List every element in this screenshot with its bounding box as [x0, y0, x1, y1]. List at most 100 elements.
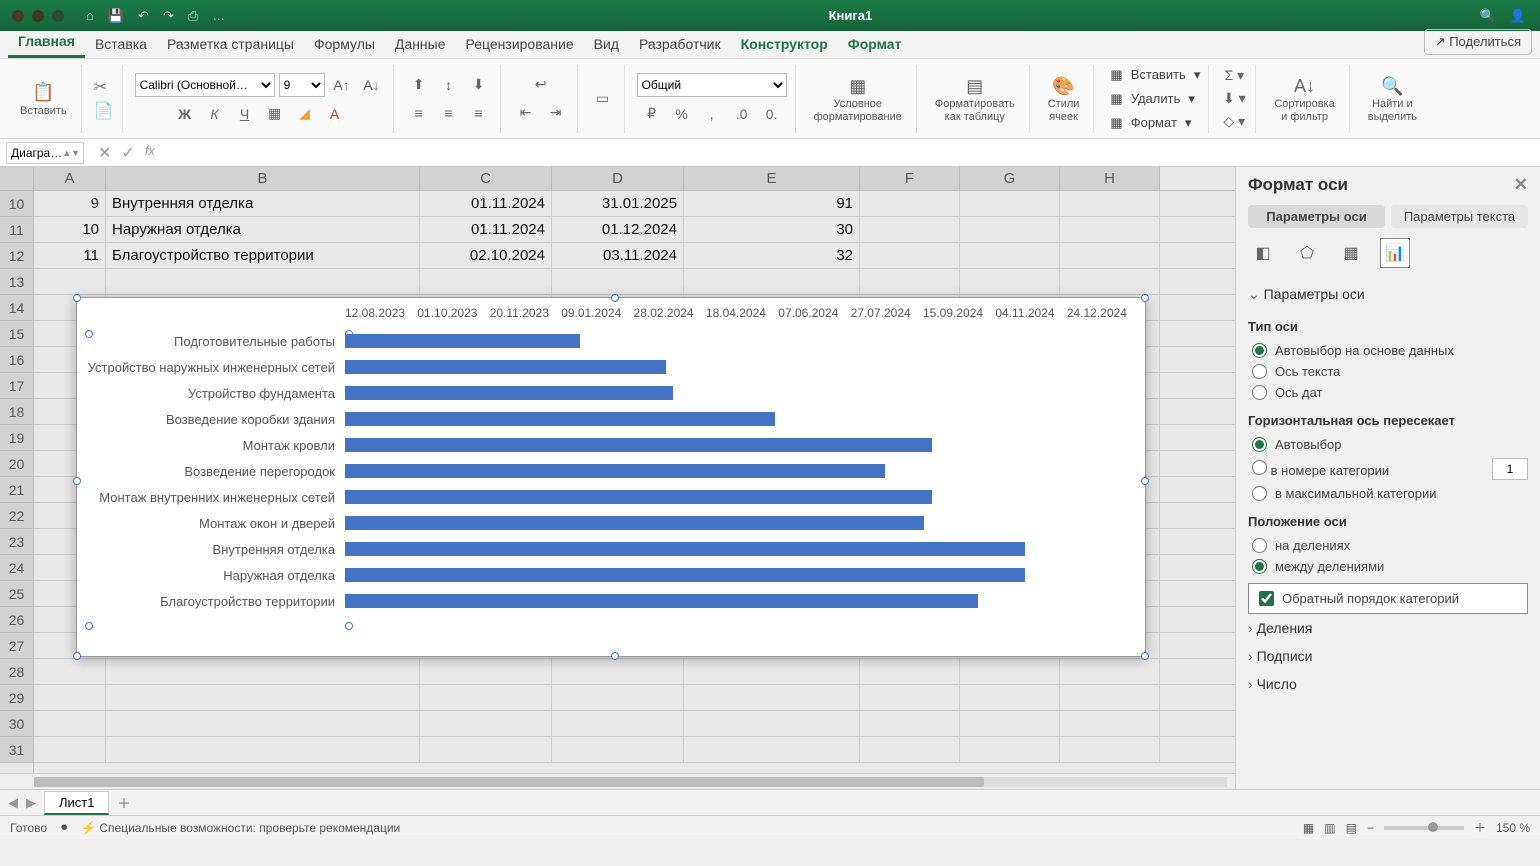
- axis-options-icon[interactable]: 📊: [1380, 238, 1410, 268]
- chart-y-axis-label[interactable]: Монтаж кровли: [85, 438, 345, 453]
- tab-developer[interactable]: Разработчик: [629, 31, 731, 58]
- col-header[interactable]: A: [34, 167, 106, 190]
- row-header[interactable]: 22: [0, 503, 33, 529]
- chart-y-axis-label[interactable]: Внутренняя отделка: [85, 542, 345, 557]
- row-header[interactable]: 17: [0, 373, 33, 399]
- axis-type-auto[interactable]: Автовыбор на основе данных: [1248, 340, 1528, 361]
- zoom-out-icon[interactable]: −: [1367, 821, 1374, 835]
- user-icon[interactable]: 👤: [1510, 8, 1526, 24]
- row-header[interactable]: 26: [0, 607, 33, 633]
- tab-pagelayout[interactable]: Разметка страницы: [157, 31, 304, 58]
- chart-bar[interactable]: [345, 438, 932, 452]
- pane-tab-text-options[interactable]: Параметры текста: [1391, 205, 1528, 228]
- align-center-icon[interactable]: ≡: [436, 102, 462, 124]
- align-top-icon[interactable]: ⬆: [406, 74, 432, 96]
- col-header[interactable]: F: [860, 167, 960, 190]
- close-window-btn[interactable]: [12, 10, 24, 22]
- delete-cells-button[interactable]: ▦ Удалить ▾: [1106, 88, 1194, 110]
- font-size-select[interactable]: 9: [279, 73, 325, 97]
- format-cells-button[interactable]: ▦ Формат ▾: [1106, 112, 1191, 134]
- number-format-select[interactable]: Общий: [637, 73, 787, 97]
- chart-bar[interactable]: [345, 464, 885, 478]
- tab-view[interactable]: Вид: [584, 31, 629, 58]
- autosum-icon[interactable]: Σ ▾: [1221, 65, 1247, 86]
- tab-formulas[interactable]: Формулы: [304, 31, 385, 58]
- view-normal-icon[interactable]: ▦: [1303, 821, 1314, 835]
- align-middle-icon[interactable]: ↕: [436, 74, 462, 96]
- chart-y-axis-label[interactable]: Возведение коробки здания: [85, 412, 345, 427]
- fill-line-icon[interactable]: ◧: [1248, 238, 1278, 268]
- row-header[interactable]: 31: [0, 737, 33, 763]
- fx-icon[interactable]: fx: [145, 143, 155, 163]
- row-header[interactable]: 14: [0, 295, 33, 321]
- row-header[interactable]: 19: [0, 425, 33, 451]
- undo-icon[interactable]: ↶: [138, 8, 149, 24]
- indent-increase-icon[interactable]: ⇥: [543, 102, 569, 124]
- tab-insert[interactable]: Вставка: [85, 31, 157, 58]
- font-select[interactable]: Calibri (Основной…: [135, 73, 275, 97]
- find-select-button[interactable]: 🔍 Найти ивыделить: [1362, 72, 1423, 124]
- row-header[interactable]: 12: [0, 243, 33, 269]
- close-pane-icon[interactable]: ✕: [1514, 175, 1528, 195]
- underline-button[interactable]: Ч: [232, 103, 258, 125]
- more-icon[interactable]: …: [212, 8, 225, 24]
- section-axis-options[interactable]: Параметры оси: [1248, 280, 1528, 309]
- section-labels[interactable]: Подписи: [1248, 642, 1528, 670]
- italic-button[interactable]: К: [202, 103, 228, 125]
- chart-bar[interactable]: [345, 360, 666, 374]
- cross-at-max[interactable]: в максимальной категории: [1248, 483, 1528, 504]
- next-sheet-icon[interactable]: ▶: [26, 795, 36, 811]
- merge-button[interactable]: ▭: [590, 88, 616, 110]
- cross-at-number[interactable]: в номере категории: [1248, 455, 1528, 483]
- chart-y-axis-label[interactable]: Устройство наружных инженерных сетей: [85, 360, 345, 375]
- clear-icon[interactable]: ◇ ▾: [1221, 111, 1247, 132]
- zoom-in-icon[interactable]: ＋: [1474, 819, 1486, 836]
- effects-icon[interactable]: ⬠: [1292, 238, 1322, 268]
- increase-decimal-icon[interactable]: .0: [729, 103, 755, 125]
- row-header[interactable]: 27: [0, 633, 33, 659]
- fill-color-button[interactable]: ◢: [292, 103, 318, 125]
- decrease-decimal-icon[interactable]: 0.: [759, 103, 785, 125]
- chart-y-axis-label[interactable]: Наружная отделка: [85, 568, 345, 583]
- col-header[interactable]: H: [1060, 167, 1160, 190]
- chart-y-axis-label[interactable]: Монтаж окон и дверей: [85, 516, 345, 531]
- chart-bar[interactable]: [345, 568, 1025, 582]
- row-header[interactable]: 30: [0, 711, 33, 737]
- cell-styles-button[interactable]: 🎨 Стилиячеек: [1042, 72, 1086, 124]
- chart-bar[interactable]: [345, 412, 775, 426]
- font-color-button[interactable]: A: [322, 103, 348, 125]
- row-header[interactable]: 15: [0, 321, 33, 347]
- maximize-window-btn[interactable]: [52, 10, 64, 22]
- view-pagebreak-icon[interactable]: ▤: [1346, 821, 1357, 835]
- h-scrollbar[interactable]: [0, 773, 1235, 789]
- col-header[interactable]: G: [960, 167, 1060, 190]
- row-header[interactable]: 21: [0, 477, 33, 503]
- minimize-window-btn[interactable]: [32, 10, 44, 22]
- cancel-edit-icon[interactable]: ✕: [98, 143, 111, 163]
- axis-pos-between[interactable]: между делениями: [1248, 556, 1528, 577]
- pane-tab-axis-options[interactable]: Параметры оси: [1248, 205, 1385, 228]
- chart-y-axis-label[interactable]: Монтаж внутренних инженерных сетей: [85, 490, 345, 505]
- percent-icon[interactable]: %: [669, 103, 695, 125]
- chart-bar[interactable]: [345, 542, 1025, 556]
- chart-y-axis-label[interactable]: Подготовительные работы: [85, 334, 345, 349]
- tab-chartdesign[interactable]: Конструктор: [731, 31, 838, 58]
- chart-bar[interactable]: [345, 334, 580, 348]
- row-header[interactable]: 28: [0, 659, 33, 685]
- macro-icon[interactable]: ⏺: [61, 820, 67, 835]
- redo-icon[interactable]: ↷: [163, 8, 174, 24]
- comma-icon[interactable]: ,: [699, 103, 725, 125]
- align-right-icon[interactable]: ≡: [466, 102, 492, 124]
- chart-bar[interactable]: [345, 490, 932, 504]
- col-header[interactable]: B: [106, 167, 420, 190]
- reverse-order-checkbox[interactable]: Обратный порядок категорий: [1255, 588, 1521, 609]
- chart-bar[interactable]: [345, 386, 673, 400]
- indent-decrease-icon[interactable]: ⇤: [513, 102, 539, 124]
- borders-button[interactable]: ▦: [262, 103, 288, 125]
- row-header[interactable]: 18: [0, 399, 33, 425]
- align-left-icon[interactable]: ≡: [406, 102, 432, 124]
- chart-y-axis-label[interactable]: Возведение перегородок: [85, 464, 345, 479]
- zoom-level[interactable]: 150 %: [1496, 821, 1530, 835]
- row-header[interactable]: 10: [0, 191, 33, 217]
- a11y-status[interactable]: ⚡ Специальные возможности: проверьте рек…: [81, 821, 400, 835]
